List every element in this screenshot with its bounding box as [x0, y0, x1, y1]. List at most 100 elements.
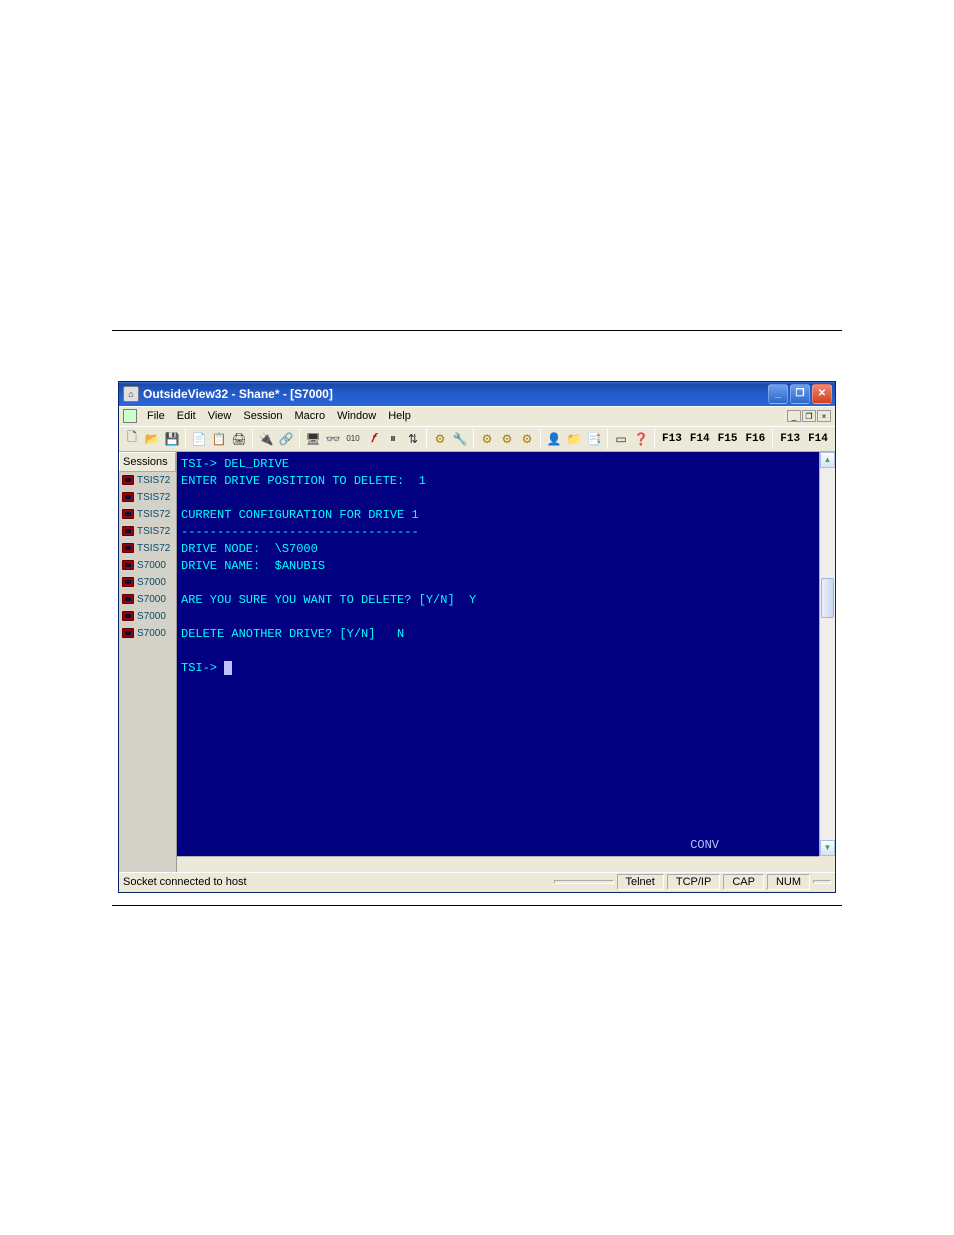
term-line: DRIVE NODE: \S7000	[181, 542, 318, 556]
window-icon[interactable]: ▭	[612, 429, 630, 449]
fkey-f13[interactable]: F13	[659, 431, 685, 447]
toolbar-separator	[252, 429, 253, 449]
terminal-icon	[122, 492, 134, 502]
term-line: TSI->	[181, 661, 224, 675]
mdi-restore-button[interactable]: ❐	[802, 410, 816, 422]
pause-icon[interactable]: ⏸	[384, 429, 402, 449]
session-item[interactable]: TSIS72	[119, 523, 176, 540]
session-label: TSIS72	[137, 509, 170, 520]
minimize-button[interactable]: _	[768, 384, 788, 404]
maximize-button[interactable]: ❐	[790, 384, 810, 404]
term-line: ENTER DRIVE POSITION TO DELETE: 1	[181, 474, 426, 488]
mdi-controls: _ ❐ ×	[787, 410, 831, 422]
tool-icon[interactable]: 🔧	[451, 429, 469, 449]
doc-icon[interactable]: 📑	[585, 429, 603, 449]
fkey-f16[interactable]: F16	[742, 431, 768, 447]
bottom-divider	[112, 905, 842, 906]
mdi-child-icon[interactable]	[123, 409, 137, 423]
save-icon[interactable]: 💾	[163, 429, 181, 449]
transfer-icon[interactable]: ⇅	[404, 429, 422, 449]
top-divider	[112, 330, 842, 331]
toolbar-separator	[607, 429, 608, 449]
print-icon[interactable]: 🖨	[230, 429, 248, 449]
session-item[interactable]: TSIS72	[119, 506, 176, 523]
menu-session[interactable]: Session	[237, 408, 288, 424]
horizontal-scrollbar[interactable]	[177, 856, 819, 872]
open-icon[interactable]: 📂	[143, 429, 161, 449]
fkey-f14[interactable]: F14	[687, 431, 713, 447]
mdi-close-button[interactable]: ×	[817, 410, 831, 422]
close-button[interactable]: ✕	[812, 384, 832, 404]
settings-icon[interactable]: ⚙	[431, 429, 449, 449]
session-item[interactable]: S7000	[119, 625, 176, 642]
session-label: S7000	[137, 577, 166, 588]
help-icon[interactable]: ❓	[632, 429, 650, 449]
fkey-f14b[interactable]: F14	[805, 431, 831, 447]
fkey-f13b[interactable]: F13	[777, 431, 803, 447]
menu-edit[interactable]: Edit	[171, 408, 202, 424]
terminal-mode-indicator: CONV	[690, 837, 719, 854]
paste-icon[interactable]: 📋	[210, 429, 228, 449]
session-item[interactable]: S7000	[119, 557, 176, 574]
sessions-header[interactable]: Sessions	[119, 452, 176, 472]
session-item[interactable]: S7000	[119, 591, 176, 608]
scroll-up-icon[interactable]: ▲	[820, 452, 835, 468]
session-label: TSIS72	[137, 526, 170, 537]
scroll-thumb[interactable]	[821, 578, 834, 618]
toolbar-separator	[654, 429, 655, 449]
action1-icon[interactable]: ⚙	[478, 429, 496, 449]
menu-view[interactable]: View	[202, 408, 238, 424]
copy-icon[interactable]: 📄	[190, 429, 208, 449]
terminal-icon	[122, 577, 134, 587]
toolbar-separator	[426, 429, 427, 449]
terminal-icon	[122, 509, 134, 519]
menu-macro[interactable]: Macro	[289, 408, 332, 424]
action2-icon[interactable]: ⚙	[498, 429, 516, 449]
action3-icon[interactable]: ⚙	[518, 429, 536, 449]
vertical-scrollbar[interactable]: ▲ ▼	[819, 452, 835, 856]
binary-icon[interactable]: 010	[344, 429, 362, 449]
glasses-icon[interactable]: 👓	[324, 429, 342, 449]
body-area: Sessions TSIS72 TSIS72 TSIS72 TSIS72 TSI…	[119, 452, 835, 872]
menu-window[interactable]: Window	[331, 408, 382, 424]
toolbar: 🗋 📂 💾 📄 📋 🖨 🔌 🔗 🖥 👓 010 𝑓 ⏸ ⇅ ⚙ 🔧 ⚙ ⚙ ⚙	[119, 426, 835, 452]
session-item[interactable]: S7000	[119, 574, 176, 591]
terminal-screen[interactable]: TSI-> DEL_DRIVE ENTER DRIVE POSITION TO …	[177, 452, 819, 856]
app-window: ⌂ OutsideView32 - Shane* - [S7000] _ ❐ ✕…	[118, 381, 836, 893]
session-item[interactable]: S7000	[119, 608, 176, 625]
scroll-corner	[819, 856, 835, 872]
status-pane-grip	[813, 880, 831, 884]
term-line: DELETE ANOTHER DRIVE? [Y/N] N	[181, 627, 404, 641]
screen-icon[interactable]: 🖥	[304, 429, 322, 449]
connect-icon[interactable]: 🔌	[257, 429, 275, 449]
scroll-track[interactable]	[820, 468, 835, 840]
session-label: TSIS72	[137, 492, 170, 503]
term-line: ARE YOU SURE YOU WANT TO DELETE? [Y/N] Y	[181, 593, 476, 607]
terminal-cursor	[224, 661, 232, 675]
disconnect-icon[interactable]: 🔗	[277, 429, 295, 449]
folder-icon[interactable]: 📁	[565, 429, 583, 449]
toolbar-separator	[185, 429, 186, 449]
statusbar: Socket connected to host Telnet TCP/IP C…	[119, 872, 835, 892]
fkey-f15[interactable]: F15	[715, 431, 741, 447]
function-icon[interactable]: 𝑓	[364, 429, 382, 449]
session-item[interactable]: TSIS72	[119, 489, 176, 506]
app-icon: ⌂	[123, 386, 139, 402]
menu-help[interactable]: Help	[382, 408, 417, 424]
new-icon[interactable]: 🗋	[123, 429, 141, 449]
mdi-minimize-button[interactable]: _	[787, 410, 801, 422]
user-icon[interactable]: 👤	[545, 429, 563, 449]
session-item[interactable]: TSIS72	[119, 472, 176, 489]
term-line: ---------------------------------	[181, 525, 419, 539]
menu-file[interactable]: File	[141, 408, 171, 424]
scroll-down-icon[interactable]: ▼	[820, 840, 835, 856]
session-item[interactable]: TSIS72	[119, 540, 176, 557]
status-pane-num: NUM	[767, 874, 810, 890]
status-pane-caps: CAP	[723, 874, 764, 890]
terminal-icon	[122, 611, 134, 621]
toolbar-separator	[772, 429, 773, 449]
terminal-area[interactable]: TSI-> DEL_DRIVE ENTER DRIVE POSITION TO …	[177, 452, 835, 872]
session-label: TSIS72	[137, 543, 170, 554]
session-label: S7000	[137, 560, 166, 571]
terminal-icon	[122, 628, 134, 638]
